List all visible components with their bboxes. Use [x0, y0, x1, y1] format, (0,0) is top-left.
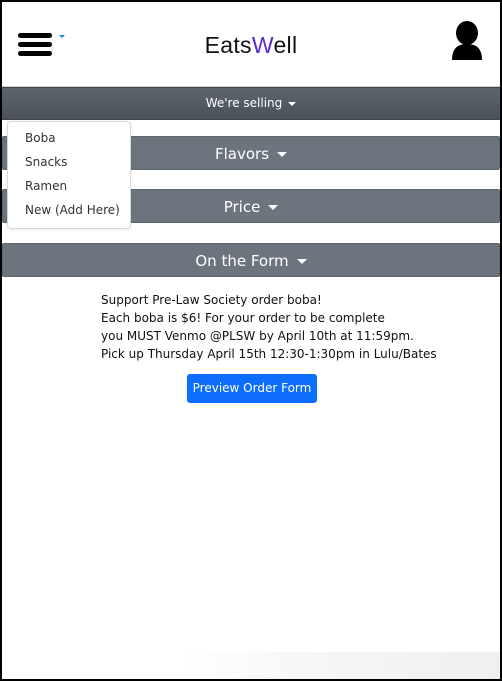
order-info: Support Pre-Law Society order boba! Each…	[101, 291, 441, 363]
selling-dropdown-menu: Boba Snacks Ramen New (Add Here)	[7, 121, 131, 229]
info-line: Pick up Thursday April 15th 12:30-1:30pm…	[101, 347, 437, 361]
dropdown-item-new[interactable]: New (Add Here)	[25, 203, 120, 217]
top-navbar: EatsWell	[2, 2, 500, 86]
caret-down-icon	[288, 101, 297, 106]
caret-down-icon	[296, 259, 307, 264]
dropdown-item-snacks[interactable]: Snacks	[25, 155, 67, 169]
app-frame: EatsWell We're selling Flavors Price On …	[0, 0, 502, 681]
on-the-form-dropdown-toggle[interactable]: On the Form	[2, 243, 500, 277]
price-label: Price	[223, 198, 261, 216]
on-the-form-label: On the Form	[195, 252, 289, 270]
flavors-label: Flavors	[214, 145, 270, 163]
selling-label: We're selling	[205, 96, 283, 110]
brand-accent: W	[251, 32, 274, 58]
preview-order-form-button[interactable]: Preview Order Form	[187, 374, 317, 403]
user-silhouette-icon	[452, 21, 482, 60]
brand-logo: EatsWell	[2, 32, 500, 59]
selling-dropdown-toggle[interactable]: We're selling	[2, 87, 500, 120]
brand-suffix: ell	[273, 32, 298, 58]
info-line: Support Pre-Law Society order boba!	[101, 293, 322, 307]
info-line: Each boba is $6! For your order to be co…	[101, 311, 385, 325]
bottom-shadow	[182, 652, 500, 679]
dropdown-item-boba[interactable]: Boba	[25, 131, 56, 145]
dropdown-item-ramen[interactable]: Ramen	[25, 179, 67, 193]
user-icon[interactable]	[450, 20, 484, 62]
brand-prefix: Eats	[204, 32, 252, 58]
caret-down-icon	[277, 152, 288, 157]
caret-down-icon	[268, 205, 279, 210]
info-line: you MUST Venmo @PLSW by April 10th at 11…	[101, 329, 414, 343]
